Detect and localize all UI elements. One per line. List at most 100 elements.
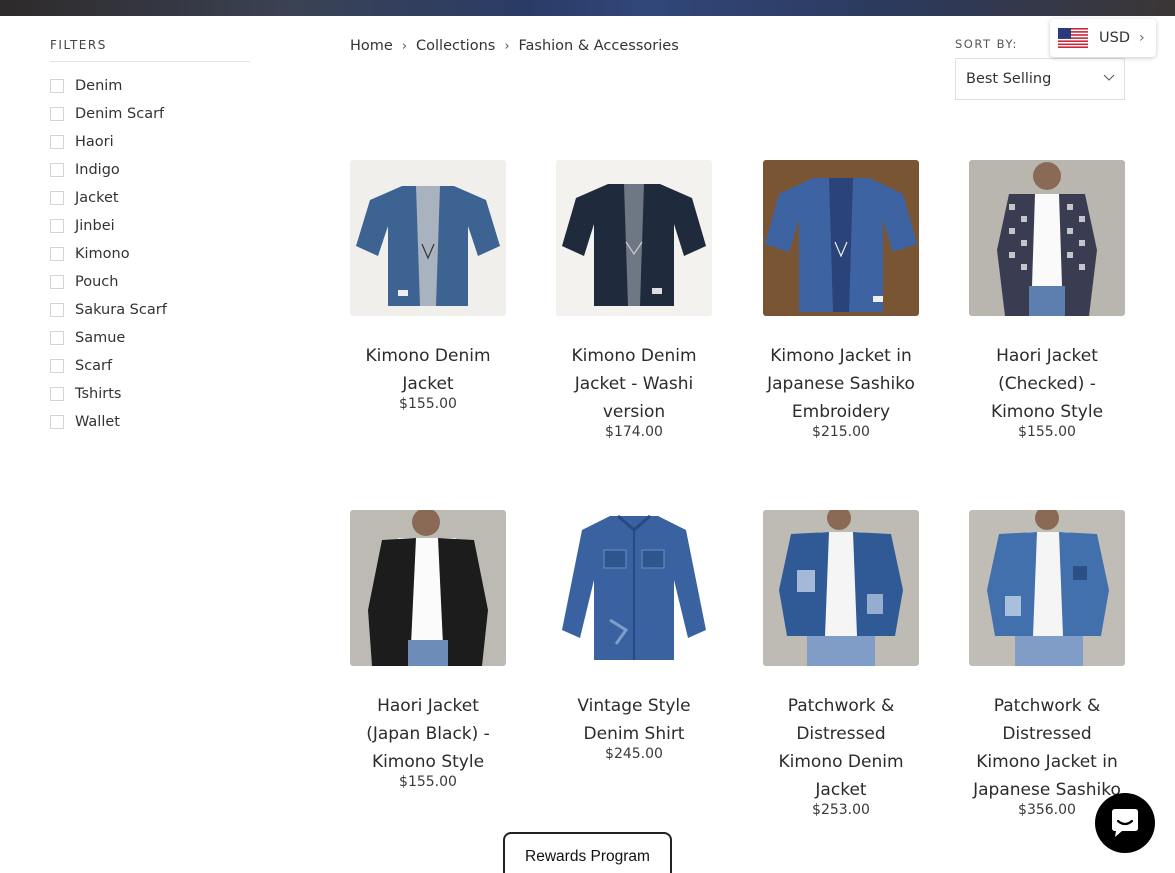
- chevron-down-icon: [1103, 74, 1115, 81]
- currency-selector[interactable]: USD ›: [1050, 19, 1156, 57]
- filters-title: FILTERS: [50, 38, 250, 62]
- product-price: $253.00: [812, 802, 870, 818]
- sort-label: SORT BY:: [955, 37, 1018, 51]
- filter-label: Jinbei: [75, 218, 115, 234]
- checkbox[interactable]: [50, 359, 64, 373]
- checkbox[interactable]: [50, 415, 64, 429]
- product-image[interactable]: [763, 160, 919, 316]
- product-price: $215.00: [812, 424, 870, 440]
- breadcrumb-current: Fashion & Accessories: [518, 38, 679, 54]
- product-card[interactable]: Haori Jacket (Checked) - Kimono Style $1…: [969, 160, 1125, 440]
- checkbox[interactable]: [50, 387, 64, 401]
- chevron-right-icon: ›: [1138, 30, 1145, 46]
- rewards-label: Rewards Program: [525, 848, 650, 865]
- patchwork-denim-model-image: [763, 510, 919, 666]
- checkbox[interactable]: [50, 331, 64, 345]
- product-image[interactable]: [556, 160, 712, 316]
- product-title[interactable]: Patchwork & Distressed Kimono Denim Jack…: [763, 692, 919, 804]
- filter-pouch[interactable]: Pouch: [50, 268, 250, 296]
- product-price: $155.00: [399, 774, 457, 790]
- filter-list: Denim Denim Scarf Haori Indigo Jacket Ji…: [50, 72, 250, 436]
- filter-jinbei[interactable]: Jinbei: [50, 212, 250, 240]
- product-card[interactable]: Patchwork & Distressed Kimono Denim Jack…: [763, 510, 919, 818]
- sort-select[interactable]: Best Selling: [955, 58, 1125, 100]
- product-card[interactable]: Kimono Denim Jacket - Washi version $174…: [556, 160, 712, 440]
- filter-denim-scarf[interactable]: Denim Scarf: [50, 100, 250, 128]
- currency-code: USD: [1099, 30, 1130, 46]
- filter-tshirts[interactable]: Tshirts: [50, 380, 250, 408]
- rewards-program-button[interactable]: Rewards Program: [503, 832, 672, 873]
- checkbox[interactable]: [50, 107, 64, 121]
- checked-haori-model-image: [969, 160, 1125, 316]
- product-card[interactable]: Patchwork & Distressed Kimono Jacket in …: [969, 510, 1125, 818]
- filter-label: Scarf: [75, 358, 113, 374]
- checkbox[interactable]: [50, 163, 64, 177]
- dark-denim-kimono-jacket-image: [556, 160, 712, 316]
- checkbox[interactable]: [50, 247, 64, 261]
- product-image[interactable]: [556, 510, 712, 666]
- breadcrumb: Home › Collections › Fashion & Accessori…: [350, 38, 679, 54]
- us-flag-icon: [1058, 28, 1088, 48]
- chat-bubble-icon: [1112, 809, 1138, 837]
- product-price: $245.00: [605, 746, 663, 762]
- checkbox[interactable]: [50, 191, 64, 205]
- checkbox[interactable]: [50, 79, 64, 93]
- product-title[interactable]: Patchwork & Distressed Kimono Jacket in …: [969, 692, 1125, 804]
- product-price: $174.00: [605, 424, 663, 440]
- filter-wallet[interactable]: Wallet: [50, 408, 250, 436]
- denim-kimono-jacket-image: [350, 160, 506, 316]
- product-card[interactable]: Vintage Style Denim Shirt $245.00: [556, 510, 712, 762]
- filter-label: Pouch: [75, 274, 119, 290]
- product-title[interactable]: Haori Jacket (Japan Black) - Kimono Styl…: [350, 692, 506, 776]
- filter-label: Denim: [75, 78, 123, 94]
- filter-label: Sakura Scarf: [75, 302, 167, 318]
- filter-label: Indigo: [75, 162, 120, 178]
- product-card[interactable]: Kimono Denim Jacket $155.00: [350, 160, 506, 412]
- product-image[interactable]: [350, 510, 506, 666]
- filter-haori[interactable]: Haori: [50, 128, 250, 156]
- breadcrumb-separator: ›: [504, 38, 510, 54]
- checkbox[interactable]: [50, 275, 64, 289]
- patchwork-sashiko-model-image: [969, 510, 1125, 666]
- filter-sakura-scarf[interactable]: Sakura Scarf: [50, 296, 250, 324]
- product-price: $155.00: [1018, 424, 1076, 440]
- breadcrumb-collections-link[interactable]: Collections: [416, 38, 495, 54]
- product-card[interactable]: Haori Jacket (Japan Black) - Kimono Styl…: [350, 510, 506, 790]
- filter-label: Kimono: [75, 246, 130, 262]
- breadcrumb-separator: ›: [401, 38, 408, 54]
- product-title[interactable]: Haori Jacket (Checked) - Kimono Style: [969, 342, 1125, 426]
- chat-launcher-button[interactable]: [1095, 793, 1155, 853]
- breadcrumb-home-link[interactable]: Home: [350, 38, 393, 54]
- product-image[interactable]: [969, 160, 1125, 316]
- filter-label: Tshirts: [75, 386, 122, 402]
- filter-samue[interactable]: Samue: [50, 324, 250, 352]
- product-title[interactable]: Vintage Style Denim Shirt: [556, 692, 712, 748]
- product-title[interactable]: Kimono Jacket in Japanese Sashiko Embroi…: [763, 342, 919, 426]
- product-image[interactable]: [969, 510, 1125, 666]
- filter-denim[interactable]: Denim: [50, 72, 250, 100]
- checkbox[interactable]: [50, 219, 64, 233]
- hero-banner-strip: [0, 0, 1175, 16]
- filter-label: Samue: [75, 330, 126, 346]
- product-image[interactable]: [350, 160, 506, 316]
- filter-label: Haori: [75, 134, 114, 150]
- product-image[interactable]: [763, 510, 919, 666]
- filters-sidebar: FILTERS Denim Denim Scarf Haori Indigo J…: [50, 38, 250, 436]
- product-card[interactable]: Kimono Jacket in Japanese Sashiko Embroi…: [763, 160, 919, 440]
- filter-scarf[interactable]: Scarf: [50, 352, 250, 380]
- product-title[interactable]: Kimono Denim Jacket: [350, 342, 506, 398]
- vintage-denim-shirt-image: [556, 510, 712, 666]
- filter-label: Wallet: [75, 414, 120, 430]
- black-haori-model-image: [350, 510, 506, 666]
- sashiko-kimono-jacket-image: [763, 160, 919, 316]
- sort-selected-value: Best Selling: [966, 71, 1052, 87]
- filter-label: Denim Scarf: [75, 106, 165, 122]
- filter-label: Jacket: [75, 190, 119, 206]
- product-price: $155.00: [399, 396, 457, 412]
- checkbox[interactable]: [50, 303, 64, 317]
- product-title[interactable]: Kimono Denim Jacket - Washi version: [556, 342, 712, 426]
- checkbox[interactable]: [50, 135, 64, 149]
- filter-kimono[interactable]: Kimono: [50, 240, 250, 268]
- filter-indigo[interactable]: Indigo: [50, 156, 250, 184]
- filter-jacket[interactable]: Jacket: [50, 184, 250, 212]
